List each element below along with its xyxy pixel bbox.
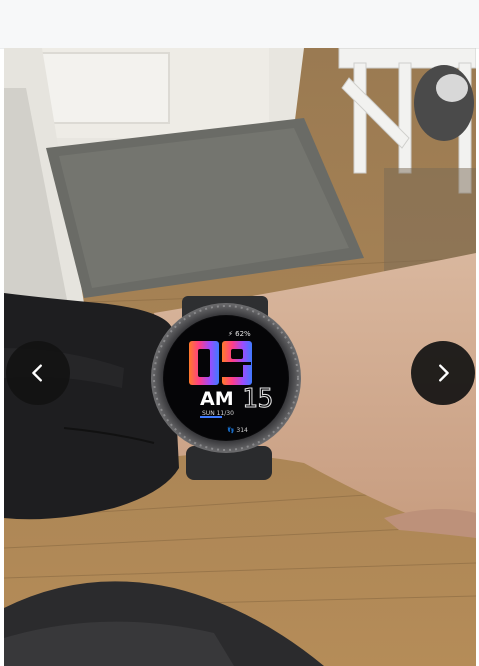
- previous-image-button[interactable]: [6, 341, 70, 405]
- next-image-button[interactable]: [411, 341, 475, 405]
- chevron-right-icon: [439, 364, 449, 382]
- product-photo: [4, 48, 476, 666]
- chevron-left-icon: [32, 364, 42, 382]
- top-bar: [0, 0, 479, 49]
- photo-viewer: ⚡ 62% AM SUN 11/30 15 👣 314: [4, 48, 476, 666]
